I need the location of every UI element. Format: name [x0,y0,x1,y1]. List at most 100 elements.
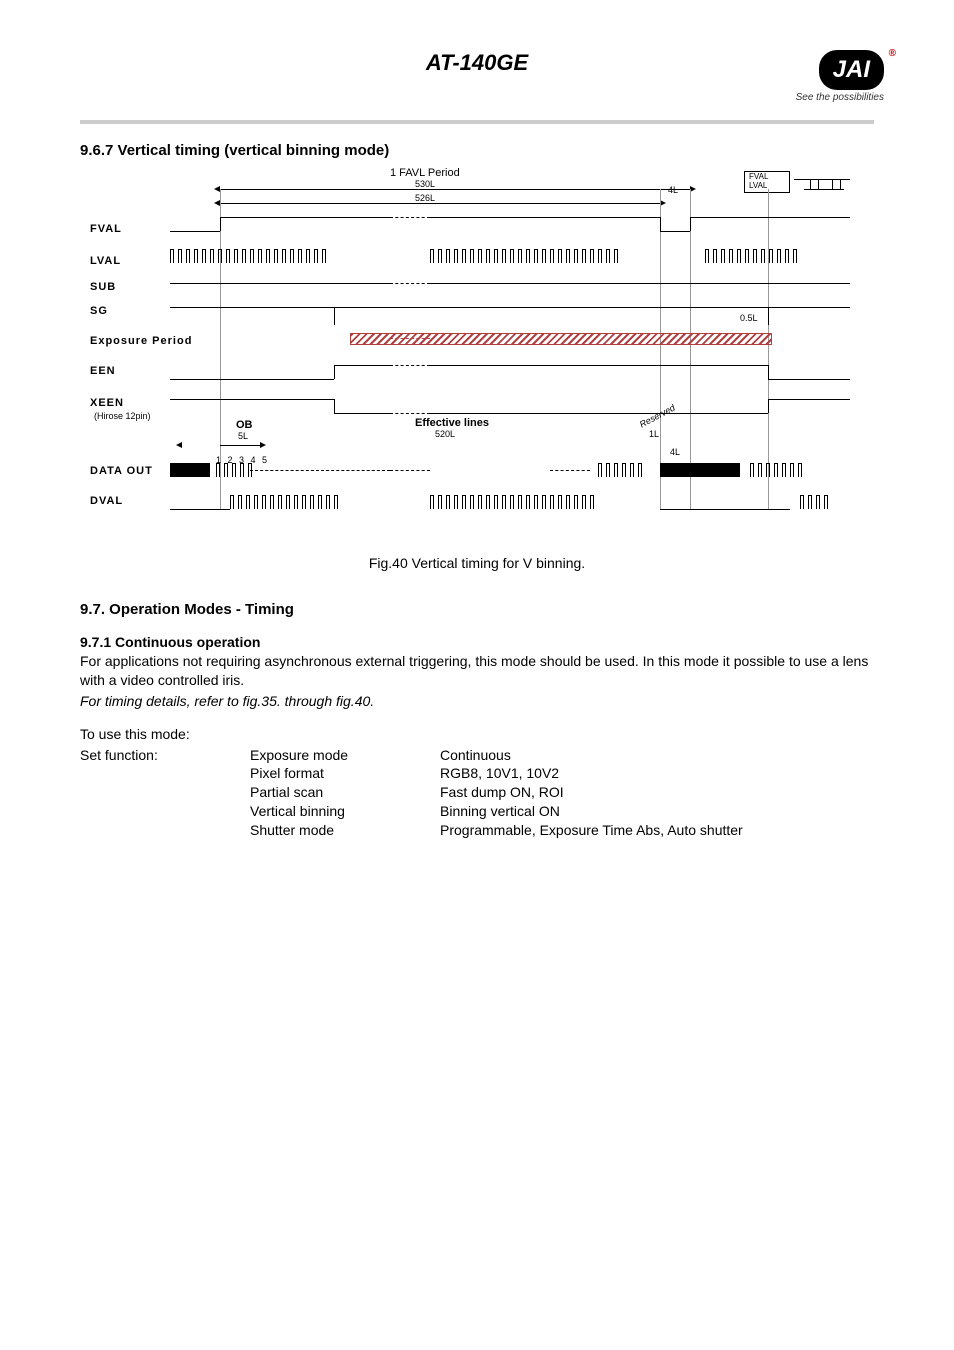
sig-xeen-label: XEEN [90,397,124,409]
diag-530l: 530L [415,179,435,189]
callout-wave [794,175,850,193]
diag-line [768,399,850,400]
diag-line [430,283,850,284]
header-rule [80,120,874,124]
diag-dash [550,470,590,471]
diag-line [660,509,790,510]
logo-text: JAI [833,56,870,83]
dataout-block [660,463,690,477]
diag-line [768,307,769,325]
diag-line [170,399,334,400]
sig-sub-label: SUB [90,281,116,293]
diag-dash [390,217,430,218]
diag-4l-b: 4L [670,447,680,457]
diag-line [170,283,390,284]
diag-line [430,217,660,218]
func-key: Partial scan [250,783,440,802]
sig-dval-label: DVAL [90,495,123,507]
dataout-block [690,463,740,477]
section-97-heading: 9.7. Operation Modes - Timing [80,601,874,618]
diag-line [660,231,690,232]
diag-dash [390,338,430,339]
arrow-right-icon [260,442,266,448]
para1: For applications not requiring asynchron… [80,652,874,690]
section-971-heading: 9.7.1 Continuous operation [80,634,874,650]
diag-line [334,365,390,366]
lval-pulses [430,249,690,263]
diag-4l: 4L [668,185,678,195]
diag-line [690,217,850,218]
diag-callout: FVAL LVAL [744,171,790,193]
func-val: Programmable, Exposure Time Abs, Auto sh… [440,821,874,840]
diag-line [334,365,335,379]
diag-line [220,445,260,446]
diag-05l: 0.5L [740,313,758,323]
diag-eff-lines: Effective lines [415,417,489,429]
diag-line [334,399,335,413]
diag-guide [768,189,769,509]
func-key: Shutter mode [250,821,440,840]
diag-favl-period: 1 FAVL Period [390,167,460,179]
func-val: Fast dump ON, ROI [440,783,874,802]
timing-diagram: 1 FAVL Period 530L 526L 4L FVAL LVAL [90,165,850,535]
func-key: Vertical binning [250,802,440,821]
diag-dash [390,413,430,414]
page-header: AT-140GE JAI ® See the possibilities [80,40,874,120]
diag-line [170,379,334,380]
diag-line [660,217,661,231]
diag-line [690,217,691,231]
callout-fval: FVAL [749,172,768,181]
diag-ob: OB [236,419,253,431]
tagline: See the possibilities [734,92,884,103]
diag-line [334,413,390,414]
dataout-block [170,463,210,477]
sig-exposure-label: Exposure Period [90,335,192,347]
func-key: Pixel format [250,764,440,783]
diag-5l: 5L [238,431,248,441]
diag-line [220,217,390,218]
dataout-pulses [598,463,658,477]
section-967-heading: 9.6.7 Vertical timing (vertical binning … [80,142,874,159]
diag-line [768,399,769,413]
diag-guide [690,189,691,509]
sig-sg-label: SG [90,305,108,317]
diag-line [220,217,221,231]
diag-526l: 526L [415,193,435,203]
logo-block: JAI ® See the possibilities [734,50,884,103]
sig-lval-label: LVAL [90,255,121,267]
lval-pulses [705,249,850,263]
sig-een-label: EEN [90,365,116,377]
exposure-hatch [350,333,772,345]
dataout-pulses [750,463,850,477]
page: AT-140GE JAI ® See the possibilities 9.6… [0,0,954,880]
diag-line [170,307,850,308]
diag-line [220,203,660,204]
diag-dash [390,283,430,284]
diag-line [170,509,230,510]
dval-pulses [800,495,850,509]
func-val: Continuous [440,746,874,765]
diag-line [768,379,850,380]
logo-icon: JAI ® [819,50,884,90]
diag-line [170,231,220,232]
diag-line [430,413,768,414]
func-val: RGB8, 10V1, 10V2 [440,764,874,783]
diag-reserved: Reserved [638,403,677,430]
to-use-mode: To use this mode: [80,725,874,744]
dval-pulses [430,495,660,509]
para2: For timing details, refer to fig.35. thr… [80,692,874,711]
lval-pulses [170,249,390,263]
registered-icon: ® [889,48,896,59]
sig-dataout-label: DATA OUT [90,465,153,477]
diag-guide [660,189,661,509]
diag-line [334,307,335,325]
diag-line [220,189,690,190]
func-val: Binning vertical ON [440,802,874,821]
arrow-left-icon [176,442,182,448]
diag-dash [250,470,390,471]
dval-pulses [230,495,390,509]
function-table: Set function: Exposure mode Continuous P… [80,746,874,840]
diag-dash [390,365,430,366]
diag-line [430,365,768,366]
diag-1l: 1L [649,429,659,439]
